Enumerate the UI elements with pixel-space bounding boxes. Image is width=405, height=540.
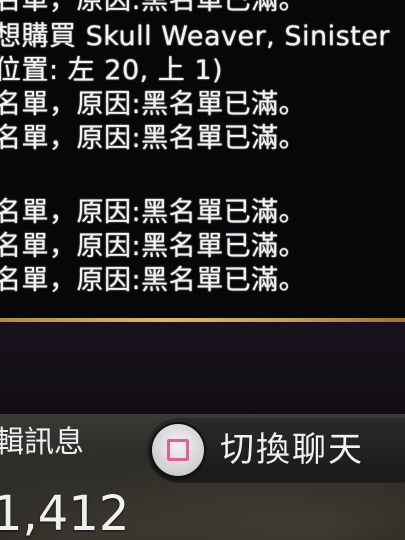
chat-line: 想購買 Skull Weaver, Sinister [0, 21, 390, 52]
chat-line: 名單，原因:黑名單已滿。 [0, 0, 307, 16]
chat-input-area[interactable] [0, 322, 405, 414]
chat-line: 名單，原因:黑名單已滿。 [0, 265, 307, 296]
chat-line: 位置: 左 20, 上 1) [0, 55, 224, 86]
chat-line: 名單，原因:黑名單已滿。 [0, 231, 307, 262]
switch-chat-label: 切換聊天 [220, 430, 364, 470]
chat-line: 名單，原因:黑名單已滿。 [0, 89, 307, 120]
square-button-icon[interactable] [152, 424, 204, 476]
square-glyph-icon [167, 439, 189, 461]
currency-value: 1,412 [0, 486, 130, 540]
chat-line: 名單，原因:黑名單已滿。 [0, 197, 307, 228]
messages-tab-label[interactable]: 輯訊息 [0, 425, 84, 461]
chat-line: 名單，原因:黑名單已滿。 [0, 123, 307, 154]
chat-log[interactable]: 名單，原因:黑名單已滿。 想購買 Skull Weaver, Sinister … [0, 0, 405, 318]
game-screen: 名單，原因:黑名單已滿。 想購買 Skull Weaver, Sinister … [0, 0, 405, 540]
